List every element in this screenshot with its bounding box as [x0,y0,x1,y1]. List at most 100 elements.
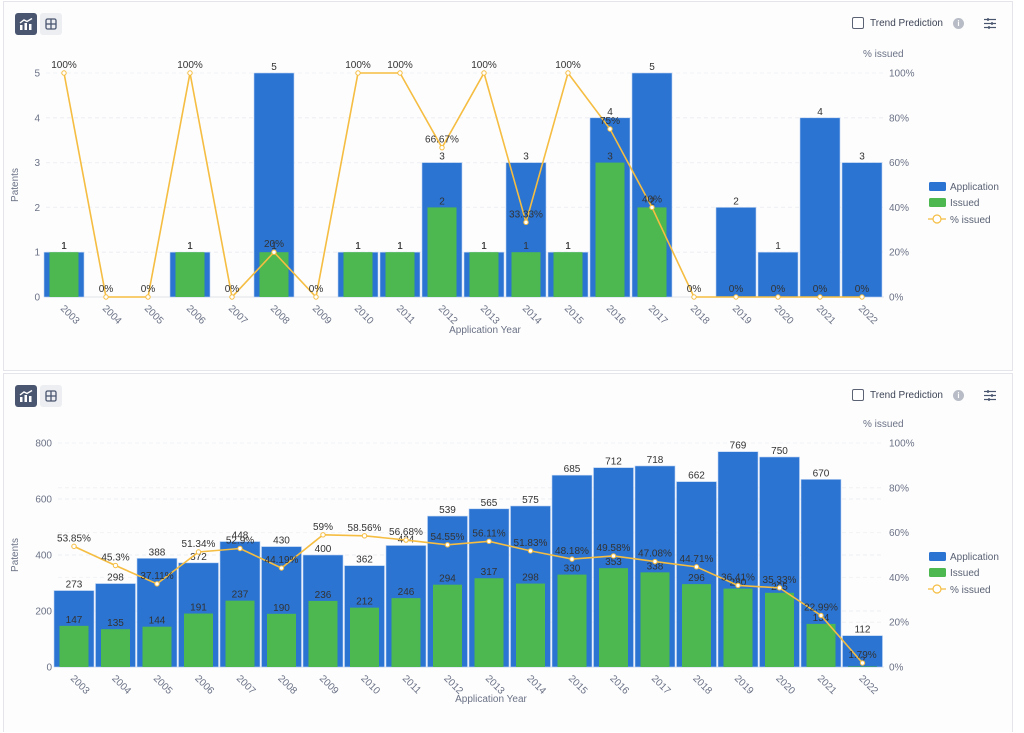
data-label-application: 388 [149,547,166,558]
point-pct-issued [818,612,824,619]
legend-label-issued: Issued [950,198,979,209]
legend-label-application: Application [950,552,999,563]
data-label-pct-issued: 20% [264,239,284,250]
data-label-application: 769 [730,441,747,452]
x-tick-label: 2004 [100,303,124,327]
point-pct-issued [103,294,109,300]
data-label-pct-issued: 51.34% [182,539,216,550]
x-tick-label: 2010 [352,303,376,327]
legend-swatch-issued [929,568,946,577]
bar-issued [175,252,205,297]
y-tick-label: 800 [35,439,52,450]
data-label-pct-issued: 100% [345,60,371,71]
bar-issued [184,613,213,667]
x-tick-label: 2021 [814,303,838,327]
bar-issued [142,626,172,667]
point-pct-issued [691,294,697,300]
bar-issued [267,613,296,667]
chart-1: 0123450%20%40%60%80%100%PatentsApplicati… [10,49,999,336]
data-label-pct-issued: 52.9% [226,536,254,547]
y-axis-title: Patents [10,168,21,202]
x-tick-label: 2016 [607,673,631,697]
bar-issued [553,252,583,297]
bar-issued [59,625,89,667]
legend-swatch-issued [929,198,946,207]
data-label-pct-issued: 58.56% [348,523,382,534]
data-label-application: 662 [688,471,705,482]
y2-axis-title: % issued [863,49,904,60]
point-pct-issued [775,294,781,300]
data-label-pct-issued: 0% [855,284,870,295]
data-label-issued: 1 [187,241,193,252]
y2-axis-title: % issued [863,419,904,430]
data-label-pct-issued: 0% [225,284,240,295]
x-tick-label: 2012 [436,303,460,327]
bar-issued [516,583,545,667]
data-label-pct-issued: 44.71% [680,554,714,565]
point-pct-issued [237,545,243,552]
data-label-issued: 353 [605,557,622,568]
data-label-application: 718 [647,455,664,466]
x-tick-label: 2004 [109,673,133,697]
point-pct-issued [610,553,617,559]
data-label-application: 298 [107,573,124,584]
chart-panel-2: Trend Prediction i 0 200 400 600 800 0% 20% 40%… [3,373,1013,732]
legend-marker-pct-issued [932,214,942,224]
point-pct-issued [565,70,571,76]
data-label-pct-issued: 66.67% [425,135,459,146]
data-label-pct-issued: 44.19% [265,555,299,566]
x-tick-label: 2007 [234,673,258,697]
bar-issued [723,588,753,667]
data-label-application: 575 [522,495,539,506]
data-label-issued: 237 [232,590,249,601]
point-pct-issued [859,294,865,300]
y2-tick-label: 100% [889,439,915,450]
data-label-pct-issued: 37.11% [140,571,173,582]
y2-tick-label: 20% [889,248,909,259]
data-label-application: 3 [859,152,865,163]
bar-issued [308,600,338,667]
point-pct-issued [527,548,534,554]
x-tick-label: 2017 [646,303,670,327]
point-pct-issued [320,532,326,538]
x-tick-label: 2007 [226,303,250,327]
data-label-issued: 1 [481,241,487,252]
bar-issued [49,252,79,297]
y-tick-label: 400 [35,551,52,562]
x-tick-label: 2010 [358,673,382,697]
data-label-pct-issued: 56.11% [472,528,505,539]
data-label-issued: 190 [273,603,290,614]
bar-issued [433,584,462,667]
data-label-application: 712 [605,457,622,468]
data-label-pct-issued: 0% [771,284,786,295]
x-tick-label: 2020 [772,303,796,327]
data-label-pct-issued: 0% [309,284,324,295]
point-pct-issued [313,294,319,300]
data-label-issued: 294 [439,574,456,585]
bar-issued [469,252,499,297]
x-axis-title: Application Year [449,325,521,336]
data-label-issued: 296 [688,573,705,584]
legend-swatch-application [929,552,946,561]
data-label-application: 4 [817,107,823,118]
data-label-pct-issued: 54.55% [431,532,465,543]
data-label-application: 5 [649,62,655,73]
data-label-issued: 330 [564,564,581,575]
x-tick-label: 2011 [394,303,417,326]
x-tick-label: 2009 [317,673,341,697]
bar-issued [385,252,415,297]
legend-label-pct-issued: % issued [950,585,991,596]
bar-issued [101,629,130,667]
data-label-pct-issued: 100% [387,60,413,71]
data-label-application: 400 [315,544,332,555]
point-pct-issued [523,219,529,226]
data-label-pct-issued: 100% [471,60,497,71]
point-pct-issued [397,70,403,76]
chart-panel-1: Trend Prediction i 0 1 2 3 4 5 0% 20% 40% 60% 80% 1… [3,1,1013,371]
x-tick-label: 2006 [192,673,216,697]
data-label-pct-issued: 47.08% [638,549,672,560]
data-label-pct-issued: 48.18% [555,546,589,557]
data-label-issued: 1 [355,241,361,252]
data-label-pct-issued: 0% [729,284,744,295]
y2-tick-label: 80% [889,113,909,124]
